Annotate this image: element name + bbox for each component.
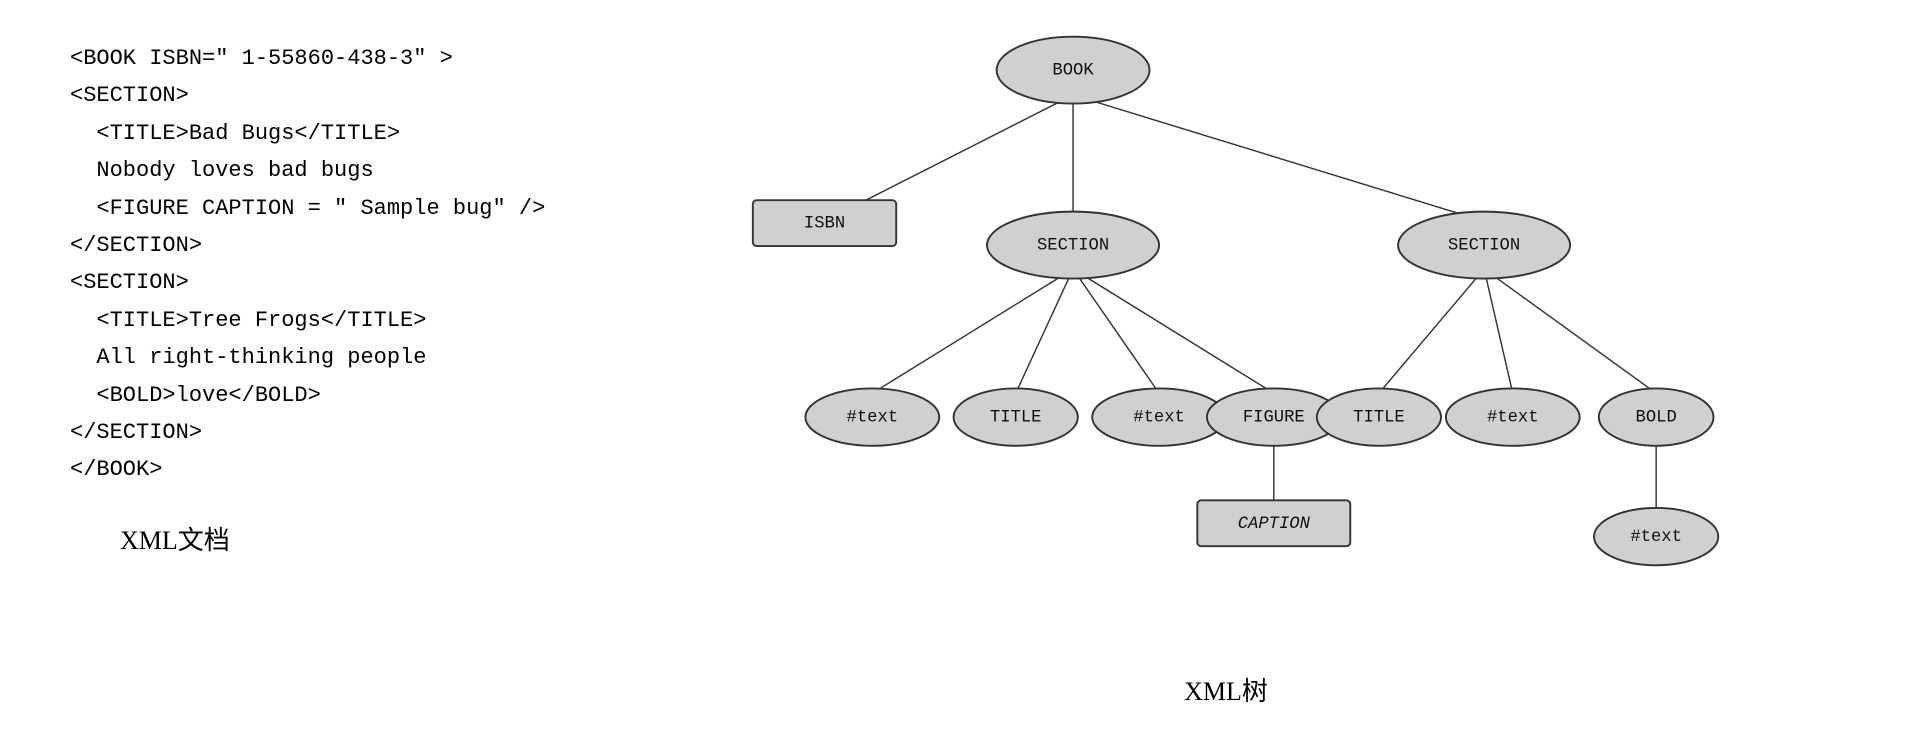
xml-tree-label: XML树: [1184, 671, 1268, 708]
node-section1: SECTION: [1037, 237, 1109, 256]
code-line-8: <TITLE>Tree Frogs</TITLE>: [70, 302, 550, 339]
node-text1: #text: [847, 409, 899, 428]
xml-code-block: <BOOK ISBN="​ 1-55860-438-3" > <SECTION>…: [70, 40, 550, 489]
code-line-10: <BOLD>love</BOLD>: [70, 377, 550, 414]
node-caption: CAPTION: [1238, 515, 1311, 534]
node-bold: BOLD: [1636, 409, 1677, 428]
node-text4: #text: [1630, 528, 1682, 547]
code-line-12: </BOOK>: [70, 451, 550, 488]
xml-document-panel: <BOOK ISBN="​ 1-55860-438-3" > <SECTION>…: [40, 20, 580, 728]
code-line-4: Nobody loves bad bugs: [70, 152, 550, 189]
xml-tree-panel: BOOK ISBN SECTION SECTION #text TITLE #t…: [580, 20, 1872, 728]
code-line-9: All right-thinking people: [70, 339, 550, 376]
node-isbn: ISBN: [804, 215, 845, 234]
code-line-1: <BOOK ISBN="​ 1-55860-438-3" >: [70, 40, 550, 77]
node-section2: SECTION: [1448, 237, 1520, 256]
tree-diagram: BOOK ISBN SECTION SECTION #text TITLE #t…: [590, 30, 1862, 680]
code-line-11: </SECTION>: [70, 414, 550, 451]
code-line-3: <TITLE>Bad Bugs</TITLE>: [70, 115, 550, 152]
node-title1: TITLE: [990, 409, 1042, 428]
node-text2: #text: [1133, 409, 1185, 428]
node-book: BOOK: [1052, 62, 1094, 81]
node-text3: #text: [1487, 409, 1539, 428]
node-title2: TITLE: [1353, 409, 1405, 428]
code-line-5: <FIGURE CAPTION = " Sample bug" />: [70, 190, 550, 227]
code-line-7: <SECTION>: [70, 264, 550, 301]
xml-document-label: XML文档: [70, 519, 550, 563]
node-figure: FIGURE: [1243, 409, 1305, 428]
code-line-2: <SECTION>: [70, 77, 550, 114]
code-line-6: </SECTION>: [70, 227, 550, 264]
